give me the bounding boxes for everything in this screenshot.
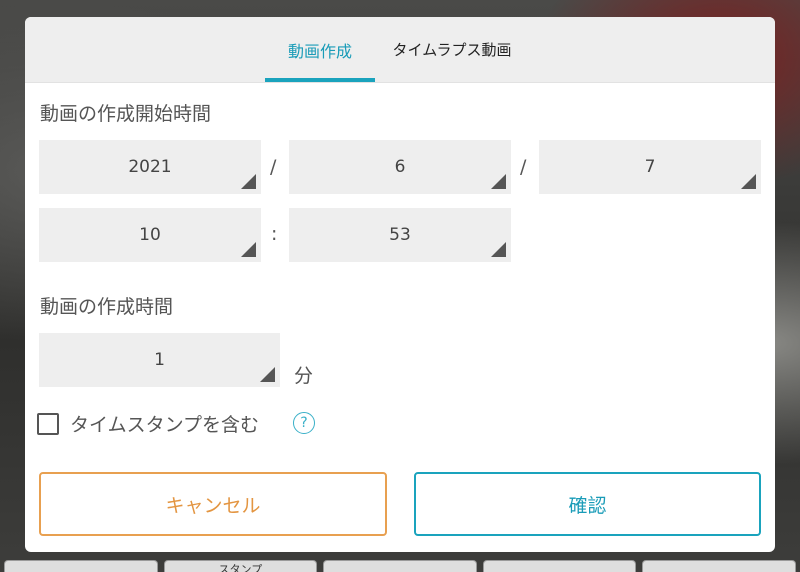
minute-value: 53 [389,225,411,245]
duration-unit: 分 [294,365,314,387]
dropdown-corner-icon [241,174,256,189]
background-button [482,560,637,572]
confirm-button[interactable]: 確認 [414,472,761,536]
tab-video-creation[interactable]: 動画作成 [265,17,375,82]
month-select[interactable]: 6 [289,140,511,194]
dropdown-corner-icon [241,242,256,257]
background-button [642,560,796,572]
start-time-label: 動画の作成開始時間 [40,103,212,125]
dropdown-corner-icon [260,367,275,382]
day-value: 7 [644,157,656,177]
timestamp-label[interactable]: タイムスタンプを含む [70,410,259,437]
help-icon[interactable]: ? [293,412,315,434]
background-button [4,560,158,572]
year-select[interactable]: 2021 [39,140,261,194]
create-video-dialog: 動画作成 タイムラプス動画 動画の作成開始時間 2021 / 6 / 7 10 … [25,17,775,552]
date-separator: / [270,156,277,178]
minute-select[interactable]: 53 [289,208,511,262]
dropdown-corner-icon [491,242,506,257]
duration-value: 1 [154,350,165,370]
cancel-button[interactable]: キャンセル [39,472,387,536]
tab-timelapse[interactable]: タイムラプス動画 [377,17,527,82]
year-value: 2021 [128,157,172,177]
time-separator: : [271,223,278,245]
hour-select[interactable]: 10 [39,208,261,262]
dropdown-corner-icon [491,174,506,189]
duration-label: 動画の作成時間 [40,296,174,318]
dropdown-corner-icon [741,174,756,189]
background-button-strip: スタンプ [0,560,800,572]
timestamp-checkbox[interactable] [37,413,59,435]
duration-select[interactable]: 1 [39,333,280,387]
month-value: 6 [394,157,406,177]
background-button [323,560,477,572]
day-select[interactable]: 7 [539,140,761,194]
tab-bar: 動画作成 タイムラプス動画 [25,17,775,83]
background-button: スタンプ [163,560,318,572]
hour-value: 10 [139,225,161,245]
date-separator: / [520,156,527,178]
